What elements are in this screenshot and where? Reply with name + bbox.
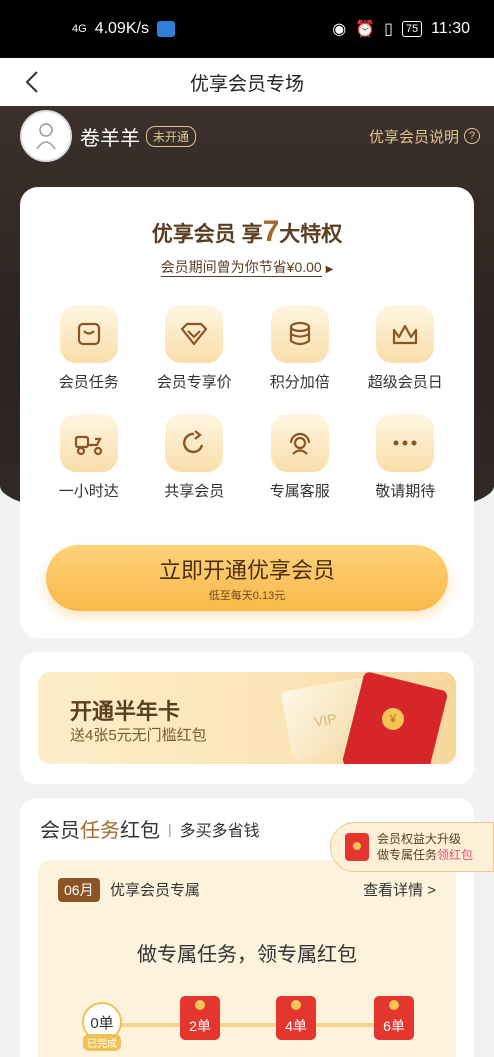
privilege-label: 一小时达	[58, 483, 119, 500]
privilege-item-customer-service[interactable]: 专属客服	[247, 414, 353, 501]
red-packet-icon: 4单	[276, 996, 316, 1040]
coins-icon	[289, 321, 310, 346]
task-title-part: 红包	[120, 820, 160, 842]
task-step[interactable]: 6单	[374, 996, 414, 1040]
promo-title: 开通半年卡	[70, 699, 181, 724]
bubble-line1: 会员权益大升级	[377, 832, 462, 846]
nav-bar: 优享会员专场	[0, 58, 494, 106]
step-label: 6单	[383, 1018, 405, 1034]
network-speed: 4.09K/s	[94, 20, 149, 37]
diamond-icon	[181, 322, 208, 346]
bubble-text: 会员权益大升级 做专属任务领红包	[377, 831, 473, 863]
privilege-label: 会员专享价	[156, 374, 232, 391]
app-notification-icon	[156, 21, 175, 37]
privilege-title: 优享会员 享7大特权	[20, 215, 474, 249]
task-title-highlight: 任务	[80, 820, 120, 842]
monthly-task-panel: 06月 优享会员专属 查看详情 > 做专属任务，领专属红包 0单 已完成 2单 …	[38, 860, 456, 1057]
half-year-card-banner[interactable]: 开通半年卡 送4张5元无门槛红包 VIP ¥	[38, 672, 456, 764]
battery-icon: 75	[401, 21, 423, 37]
user-icon	[36, 123, 56, 150]
open-button-sublabel: 低至每天0.13元	[208, 590, 286, 602]
task-title-part: 会员	[40, 820, 80, 842]
task-icon	[77, 322, 100, 346]
privilege-item-member-task[interactable]: 会员任务	[36, 305, 142, 392]
privilege-item-one-hour[interactable]: 一小时达	[36, 414, 142, 501]
open-button-label: 立即开通优享会员	[158, 558, 335, 583]
view-details-link[interactable]: 查看详情 >	[363, 879, 436, 900]
privilege-label: 共享会员	[164, 483, 225, 500]
privilege-label: 积分加倍	[269, 374, 330, 391]
privilege-item-member-price[interactable]: 会员专享价	[142, 305, 248, 392]
task-progress-line	[108, 1023, 398, 1027]
vibrate-icon: ▯	[384, 21, 393, 38]
alarm-icon: ⏰	[355, 21, 376, 38]
privilege-label: 会员任务	[58, 374, 119, 391]
privilege-grid: 会员任务 会员专享价 积分加倍 超级会员日 一小时达 共享会员 专属客服 敬请期…	[36, 305, 458, 501]
triangle-right-icon: ▶	[325, 264, 334, 275]
task-subtitle: 多买多省钱	[179, 822, 260, 840]
task-slogan: 做专属任务，领专属红包	[137, 944, 357, 966]
user-row: 卷羊羊 未开通 优享会员说明 ?	[20, 108, 480, 164]
bubble-line2-text: 做专属任务	[377, 848, 438, 862]
status-bar: 4G 4.09K/s ◉ ⏰ ▯ 75 11:30	[0, 0, 494, 58]
divider: |	[168, 820, 172, 837]
delivery-scooter-icon	[74, 435, 102, 456]
privilege-count: 7	[262, 215, 280, 248]
task-header: 会员任务红包 | 多买多省钱	[40, 814, 260, 843]
bubble-line2: 做专属任务领红包	[377, 847, 473, 863]
month-label: 优享会员专属	[110, 882, 201, 899]
red-packet-icon: 6单	[374, 996, 414, 1040]
task-step[interactable]: 2单	[180, 996, 220, 1040]
customer-service-icon	[289, 432, 310, 455]
red-packet-seal: ¥	[382, 708, 404, 730]
step-done-tag: 已完成	[83, 1034, 121, 1051]
back-button[interactable]	[16, 66, 48, 98]
page-title: 优享会员专场	[189, 73, 304, 95]
task-step: 0单 已完成	[82, 1002, 122, 1051]
month-tag: 06月	[58, 878, 100, 902]
clock: 11:30	[431, 20, 470, 37]
share-icon	[183, 430, 204, 454]
member-explain-link[interactable]: 优享会员说明 ?	[369, 126, 480, 147]
crown-icon	[393, 324, 418, 345]
promo-card: 开通半年卡 送4张5元无门槛红包 VIP ¥	[20, 652, 474, 784]
step-label: 4单	[285, 1018, 307, 1034]
user-name: 卷羊羊	[80, 127, 140, 150]
saving-text: 会员期间曾为你节省¥0.00	[160, 259, 322, 277]
chevron-left-icon	[25, 71, 38, 93]
help-icon: ?	[464, 128, 480, 144]
privilege-label: 敬请期待	[375, 483, 436, 500]
red-packet-icon	[345, 833, 369, 861]
task-title: 会员任务红包	[40, 814, 160, 843]
open-membership-button[interactable]: 立即开通优享会员 低至每天0.13元	[46, 545, 448, 611]
privilege-title-prefix: 优享会员 享	[151, 223, 263, 246]
promo-subtitle: 送4张5元无门槛红包	[70, 727, 207, 744]
privilege-title-suffix: 大特权	[279, 223, 343, 246]
signal-icon: 4G	[72, 22, 87, 35]
more-icon	[393, 440, 417, 446]
privilege-item-coming-soon[interactable]: 敬请期待	[353, 414, 459, 501]
membership-status-badge: 未开通	[146, 125, 197, 147]
avatar[interactable]	[20, 110, 72, 162]
eye-icon: ◉	[332, 21, 347, 38]
privilege-item-points[interactable]: 积分加倍	[247, 305, 353, 392]
saving-link[interactable]: 会员期间曾为你节省¥0.00 ▶	[20, 257, 474, 277]
privilege-item-super-day[interactable]: 超级会员日	[353, 305, 459, 392]
explain-link-label: 优享会员说明	[368, 128, 459, 146]
task-step[interactable]: 4单	[276, 996, 316, 1040]
bubble-line2-highlight: 领红包	[437, 848, 474, 862]
step-label: 2单	[189, 1018, 211, 1034]
privilege-label: 专属客服	[269, 483, 330, 500]
red-packet-icon: 2单	[180, 996, 220, 1040]
upgrade-bubble[interactable]: 会员权益大升级 做专属任务领红包	[330, 822, 494, 872]
privilege-label: 超级会员日	[367, 374, 443, 391]
privilege-card: 优享会员 享7大特权 会员期间曾为你节省¥0.00 ▶ 会员任务 会员专享价 积…	[20, 187, 474, 638]
privilege-item-share[interactable]: 共享会员	[142, 414, 248, 501]
